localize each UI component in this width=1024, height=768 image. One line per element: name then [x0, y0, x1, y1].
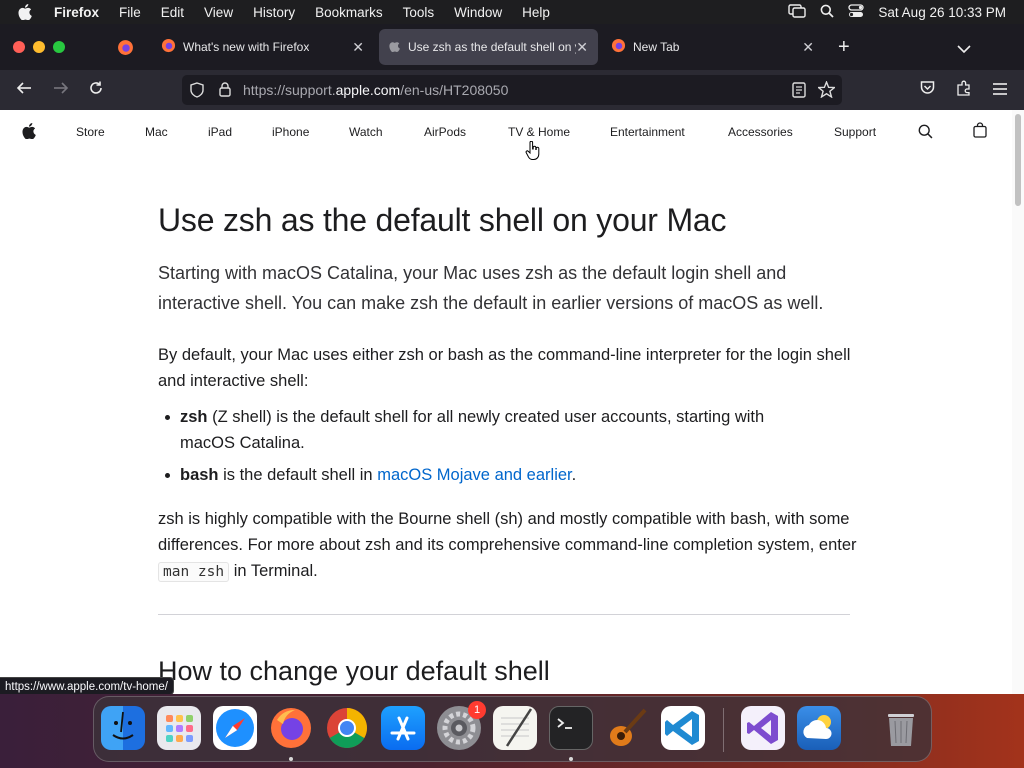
- shell-list: zsh (Z shell) is the default shell for a…: [158, 404, 778, 494]
- zoom-window-button[interactable]: [53, 41, 65, 53]
- article-paragraph: zsh is highly compatible with the Bourne…: [158, 510, 857, 582]
- article-paragraph: By default, your Mac uses either zsh or …: [158, 346, 851, 390]
- menu-history[interactable]: History: [253, 5, 295, 20]
- inline-code: man zsh: [158, 562, 230, 582]
- pocket-icon[interactable]: [919, 80, 936, 100]
- safari-icon[interactable]: [213, 706, 257, 750]
- scrollbar-thumb[interactable]: [1015, 114, 1021, 206]
- browser-nav-bar: https://support.apple.com/en-us/HT208050: [0, 70, 1024, 110]
- screen-mirroring-icon[interactable]: [788, 3, 807, 21]
- url-text[interactable]: https://support.apple.com/en-us/HT208050: [243, 82, 508, 98]
- visual-studio-icon[interactable]: [741, 706, 785, 750]
- dock-separator: [723, 708, 724, 752]
- trash-icon[interactable]: [879, 706, 923, 750]
- tab-title: What's new with Firefox: [183, 40, 310, 54]
- menu-edit[interactable]: Edit: [161, 5, 184, 20]
- close-tab-icon[interactable]: ✕: [576, 39, 588, 56]
- apple-logo-icon[interactable]: [22, 123, 36, 142]
- menu-bookmarks[interactable]: Bookmarks: [315, 5, 383, 20]
- article-intro: Starting with macOS Catalina, your Mac u…: [158, 263, 824, 313]
- menu-window[interactable]: Window: [454, 5, 502, 20]
- running-indicator-dot: [289, 757, 293, 761]
- page-scrollbar[interactable]: [1012, 110, 1024, 694]
- padlock-icon[interactable]: [219, 82, 231, 102]
- nav-item-entertainment[interactable]: Entertainment: [610, 125, 685, 139]
- minimize-window-button[interactable]: [33, 41, 45, 53]
- tracking-protection-shield-icon[interactable]: [190, 82, 204, 103]
- nav-item-ipad[interactable]: iPad: [208, 125, 232, 139]
- web-page-content: Store Mac iPad iPhone Watch AirPods TV &…: [0, 110, 1012, 694]
- window-controls: [13, 41, 65, 53]
- tab-whats-new[interactable]: What's new with Firefox ✕: [152, 29, 374, 65]
- new-tab-plus-icon[interactable]: +: [838, 36, 850, 59]
- close-tab-icon[interactable]: ✕: [352, 39, 364, 56]
- menu-view[interactable]: View: [204, 5, 233, 20]
- nav-item-store[interactable]: Store: [76, 125, 105, 139]
- browser-tab-bar: What's new with Firefox ✕ Use zsh as the…: [0, 24, 1024, 70]
- control-center-icon[interactable]: [848, 3, 865, 21]
- close-window-button[interactable]: [13, 41, 25, 53]
- apple-menu-icon[interactable]: [18, 4, 38, 20]
- list-item: zsh (Z shell) is the default shell for a…: [158, 404, 778, 456]
- tab-title: Use zsh as the default shell on y: [408, 40, 576, 54]
- address-bar[interactable]: https://support.apple.com/en-us/HT208050: [182, 75, 842, 105]
- list-item: bash is the default shell in macOS Mojav…: [158, 462, 778, 488]
- apple-favicon-icon: [389, 39, 400, 55]
- garageband-guitar-icon[interactable]: [605, 706, 649, 750]
- spotlight-search-icon[interactable]: [820, 4, 835, 21]
- launchpad-icon[interactable]: [157, 706, 201, 750]
- macos-menubar: Firefox File Edit View History Bookmarks…: [0, 0, 1024, 24]
- tab-new-tab[interactable]: New Tab ✕: [602, 29, 824, 65]
- menu-tools[interactable]: Tools: [403, 5, 435, 20]
- firefox-icon[interactable]: [269, 706, 313, 750]
- extensions-puzzle-icon[interactable]: [956, 80, 972, 100]
- menu-file[interactable]: File: [119, 5, 141, 20]
- notification-badge: 1: [468, 701, 486, 719]
- reload-icon[interactable]: [88, 80, 104, 100]
- apple-global-nav: Store Mac iPad iPhone Watch AirPods TV &…: [0, 110, 1012, 160]
- nav-item-iphone[interactable]: iPhone: [272, 125, 309, 139]
- tab-title: New Tab: [633, 40, 680, 54]
- textedit-icon[interactable]: [493, 706, 537, 750]
- back-arrow-icon[interactable]: [16, 80, 32, 100]
- close-tab-icon[interactable]: ✕: [802, 39, 814, 56]
- running-indicator-dot: [569, 757, 573, 761]
- nav-item-mac[interactable]: Mac: [145, 125, 168, 139]
- nav-item-watch[interactable]: Watch: [349, 125, 383, 139]
- article-title: Use zsh as the default shell on your Mac: [158, 202, 727, 238]
- forward-arrow-icon[interactable]: [53, 80, 69, 100]
- vscode-icon[interactable]: [661, 706, 705, 750]
- link-status-tooltip: https://www.apple.com/tv-home/: [0, 677, 174, 695]
- finder-icon[interactable]: [101, 706, 145, 750]
- firefox-view-icon[interactable]: [117, 39, 134, 61]
- reader-view-icon[interactable]: [792, 82, 806, 103]
- nav-item-support[interactable]: Support: [834, 125, 876, 139]
- macos-mojave-link[interactable]: macOS Mojave and earlier: [377, 466, 571, 484]
- app-store-icon[interactable]: [381, 706, 425, 750]
- menu-help[interactable]: Help: [522, 5, 550, 20]
- bookmark-star-icon[interactable]: [816, 80, 837, 103]
- menu-app-name[interactable]: Firefox: [54, 5, 99, 20]
- search-icon[interactable]: [918, 124, 933, 142]
- section-heading: How to change your default shell: [158, 656, 550, 686]
- menubar-clock[interactable]: Sat Aug 26 10:33 PM: [878, 5, 1006, 20]
- hamburger-menu-icon[interactable]: [992, 80, 1008, 100]
- tab-zsh-article[interactable]: Use zsh as the default shell on y ✕: [379, 29, 598, 65]
- nav-item-tv-home[interactable]: TV & Home: [508, 125, 570, 139]
- firefox-favicon-icon: [611, 38, 626, 56]
- firefox-favicon-icon: [161, 38, 176, 56]
- section-divider: [158, 614, 850, 615]
- list-all-tabs-chevron-icon[interactable]: [957, 41, 971, 59]
- terminal-icon[interactable]: [549, 706, 593, 750]
- shopping-bag-icon[interactable]: [973, 122, 987, 141]
- weather-cloud-icon[interactable]: [797, 706, 841, 750]
- chrome-icon[interactable]: [325, 706, 369, 750]
- menubar-status-area: Sat Aug 26 10:33 PM: [788, 0, 1006, 24]
- nav-item-airpods[interactable]: AirPods: [424, 125, 466, 139]
- hand-cursor-icon: [525, 140, 541, 164]
- nav-item-accessories[interactable]: Accessories: [728, 125, 793, 139]
